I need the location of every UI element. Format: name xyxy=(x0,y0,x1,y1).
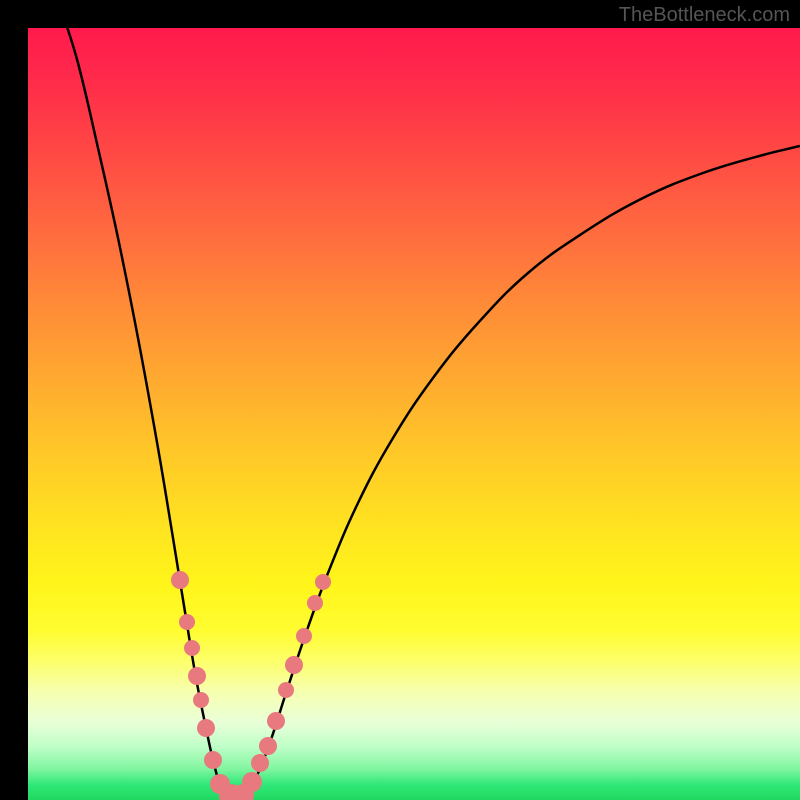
data-marker xyxy=(315,574,331,590)
data-marker xyxy=(267,712,285,730)
data-marker xyxy=(171,571,189,589)
data-marker xyxy=(204,751,222,769)
data-marker xyxy=(307,595,323,611)
data-marker xyxy=(188,667,206,685)
chart-svg xyxy=(28,28,800,800)
marker-group xyxy=(171,571,331,800)
data-marker xyxy=(278,682,294,698)
data-marker xyxy=(259,737,277,755)
data-marker xyxy=(242,772,262,792)
data-marker xyxy=(285,656,303,674)
data-marker xyxy=(197,719,215,737)
data-marker xyxy=(251,754,269,772)
data-marker xyxy=(296,628,312,644)
data-marker xyxy=(184,640,200,656)
chart-area xyxy=(28,28,800,800)
bottleneck-curve xyxy=(64,28,800,799)
watermark-text: TheBottleneck.com xyxy=(619,4,790,27)
data-marker xyxy=(179,614,195,630)
data-marker xyxy=(193,692,209,708)
